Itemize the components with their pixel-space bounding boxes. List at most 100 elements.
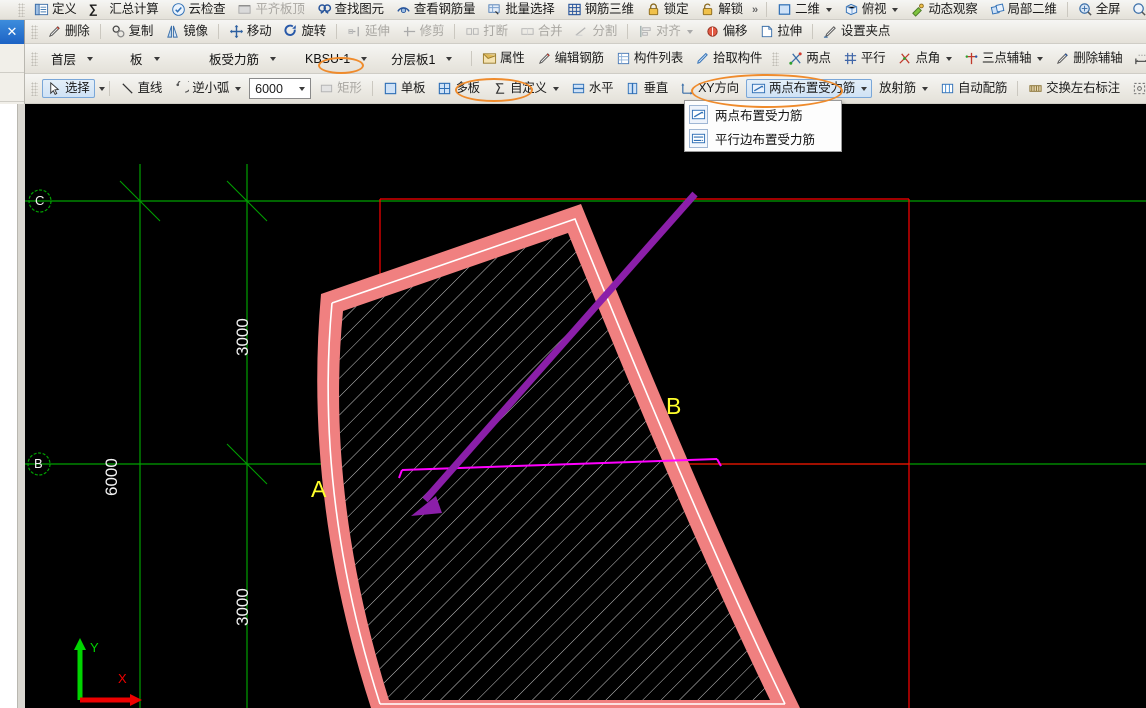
chevron-down-icon[interactable] <box>552 86 559 91</box>
line-tool-label: 直线 <box>137 81 163 96</box>
drawing-canvas[interactable]: C B 3000 6000 3000 A B Y X <box>25 104 1146 708</box>
batch-select-button[interactable]: 批量选择 <box>482 0 559 19</box>
separator <box>99 24 101 39</box>
toolbar-grip[interactable] <box>772 51 780 66</box>
summary-calc-button[interactable]: 汇总计算 <box>104 1 163 18</box>
member-list-button[interactable]: 构件列表 <box>611 49 688 68</box>
separator <box>108 81 110 96</box>
two-d-button[interactable]: 二维 <box>772 0 837 19</box>
multi-slab-icon <box>439 82 451 95</box>
chevron-down-icon[interactable] <box>892 7 899 12</box>
chevron-down-icon[interactable] <box>294 86 310 91</box>
floor-select[interactable]: 首层 <box>43 49 118 69</box>
move-button[interactable]: 移动 <box>224 22 277 41</box>
copy-button[interactable]: 复制 <box>106 22 159 41</box>
chevron-down-icon[interactable] <box>861 86 868 91</box>
chevron-down-icon[interactable] <box>921 86 928 91</box>
auto-rebar-button[interactable]: 自动配筋 <box>935 79 1012 98</box>
vertical-rebar-button[interactable]: 垂直 <box>620 79 673 98</box>
toolbar-overflow-icon[interactable]: » <box>749 4 762 16</box>
toolbar-grip[interactable] <box>31 24 38 39</box>
point-angle-button[interactable]: 点角 <box>892 49 957 68</box>
unlock-button[interactable]: 解锁 <box>695 0 748 19</box>
pick-member-button[interactable]: 拾取构件 <box>690 49 767 68</box>
swap-annotation-button[interactable]: 交换左右标注 <box>1023 79 1125 98</box>
parallel-axis-button[interactable]: 平行 <box>838 49 891 68</box>
line-tool-button[interactable]: 直线 <box>115 79 168 98</box>
horizontal-rebar-button[interactable]: 水平 <box>566 79 619 98</box>
chevron-down-icon[interactable] <box>82 50 98 68</box>
layer-select[interactable]: 分层板1 <box>383 49 465 69</box>
dynamic-observe-button[interactable]: 动态观察 <box>905 0 982 19</box>
edit-rebar-button[interactable]: 编辑钢筋 <box>532 49 609 68</box>
cloud-check-button[interactable]: 云检查 <box>166 0 231 19</box>
chevron-down-icon[interactable] <box>686 29 693 34</box>
chevron-down-icon[interactable] <box>441 50 457 68</box>
offset-button[interactable]: 偏移 <box>700 22 753 41</box>
rebar-type-select[interactable]: 板受力筋 <box>201 49 293 69</box>
view-layout-rebar-button[interactable]: 查看布筋 <box>1127 79 1146 98</box>
component-type-select[interactable]: 板 <box>122 49 197 69</box>
canvas-vertical-scrollbar[interactable] <box>17 104 25 708</box>
copy-label: 复制 <box>128 24 154 39</box>
chevron-down-icon[interactable] <box>1037 56 1044 61</box>
two-point-axis-label: 两点 <box>806 51 831 66</box>
zoom-button[interactable]: 缩 <box>1127 0 1146 19</box>
chevron-down-icon[interactable] <box>235 86 242 91</box>
custom-shape-button[interactable]: 自定义 <box>487 79 564 98</box>
unlock-label: 解锁 <box>718 2 743 17</box>
separator <box>217 24 219 39</box>
find-element-button[interactable]: 查找图元 <box>312 0 389 19</box>
left-stub-row-2 <box>0 73 24 102</box>
lock-button[interactable]: 锁定 <box>641 0 694 19</box>
chevron-down-icon[interactable] <box>98 86 105 91</box>
radial-rebar-button[interactable]: 放射筋 <box>874 80 933 97</box>
chevron-down-icon[interactable] <box>265 50 281 68</box>
select-tool-button[interactable]: 选择 <box>42 79 95 98</box>
counter-arc-button[interactable]: 逆小弧 <box>169 79 246 98</box>
set-grip-icon <box>823 26 836 38</box>
single-slab-button[interactable]: 单板 <box>378 79 431 98</box>
menu-item-parallel-edge-place-rebar[interactable]: 平行边布置受力筋 <box>686 126 840 150</box>
delete-aux-axis-button[interactable]: 删除辅轴 <box>1050 49 1127 68</box>
two-point-axis-button[interactable]: 两点 <box>783 49 836 68</box>
two-point-axis-icon <box>789 52 802 65</box>
local-2d-button[interactable]: 局部二维 <box>985 0 1062 19</box>
fullscreen-button[interactable]: 全屏 <box>1073 0 1126 19</box>
align-button: 对齐 <box>633 22 698 41</box>
chevron-down-icon[interactable] <box>946 56 953 61</box>
three-point-aux-axis-button[interactable]: 三点辅轴 <box>959 49 1048 68</box>
set-grip-label: 设置夹点 <box>840 24 891 39</box>
chevron-down-icon[interactable] <box>825 7 832 12</box>
delete-aux-axis-label: 删除辅轴 <box>1073 51 1123 66</box>
arc-radius-input[interactable]: 6000 <box>249 78 312 99</box>
sigma-button[interactable]: ∑ <box>84 1 103 18</box>
parallel-axis-icon <box>844 52 856 65</box>
chevron-down-icon[interactable] <box>149 50 165 68</box>
set-grip-button[interactable]: 设置夹点 <box>818 22 895 41</box>
toolbar-grip[interactable] <box>18 2 25 17</box>
properties-button[interactable]: 属性 <box>477 49 530 68</box>
two-point-place-rebar-button[interactable]: 两点布置受力筋 <box>745 79 873 98</box>
top-view-button[interactable]: 俯视 <box>839 0 904 19</box>
define-button[interactable]: 定义 <box>29 0 82 19</box>
rotate-button[interactable]: 旋转 <box>278 22 331 41</box>
toolbar-grip[interactable] <box>31 51 38 66</box>
member-name-select[interactable]: KBSU-1 <box>297 49 379 69</box>
axis-bubble-B: B <box>34 456 43 471</box>
two-point-place-rebar-menu[interactable]: 两点布置受力筋 平行边布置受力筋 <box>684 100 842 152</box>
delete-button[interactable]: 删除 <box>42 22 95 41</box>
view-rebar-qty-button[interactable]: 查看钢筋量 <box>391 0 481 19</box>
close-tab-button[interactable]: ✕ <box>0 20 25 44</box>
chevron-down-icon[interactable] <box>356 50 372 68</box>
multi-slab-button[interactable]: 多板 <box>432 79 485 98</box>
menu-item-two-point-place-rebar[interactable]: 两点布置受力筋 <box>686 102 840 126</box>
member-list-label: 构件列表 <box>633 51 684 66</box>
rebar-3d-button[interactable]: 钢筋三维 <box>562 0 639 19</box>
xy-direction-button[interactable]: XY方向 <box>675 79 744 98</box>
dimension-button[interactable]: 尺寸标注 <box>1129 49 1146 68</box>
stretch-button[interactable]: 拉伸 <box>754 22 807 41</box>
mirror-button[interactable]: 镜像 <box>160 22 213 41</box>
view-rebar-qty-icon <box>397 7 410 14</box>
toolbar-grip[interactable] <box>31 81 38 96</box>
